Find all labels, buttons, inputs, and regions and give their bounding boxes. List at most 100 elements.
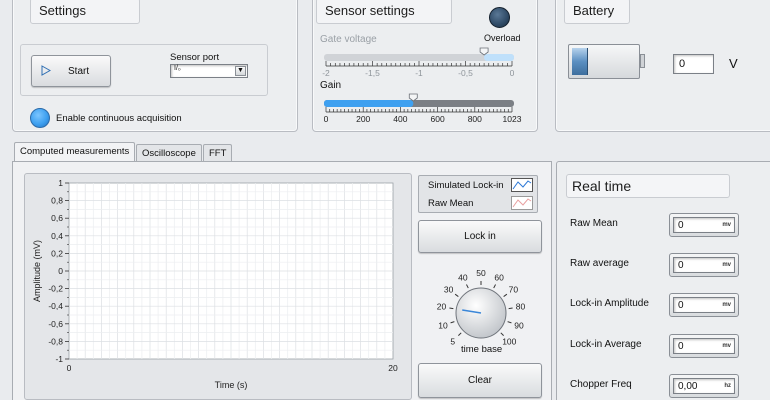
slider-tick-label: -1 xyxy=(415,68,423,78)
knob-tick xyxy=(507,321,512,324)
continuous-acquisition-toggle[interactable] xyxy=(30,108,50,128)
y-tick-label: -0,6 xyxy=(48,319,63,329)
knob-tick-label: 100 xyxy=(502,336,516,346)
realtime-value-lock-in-average: 0 mv xyxy=(673,338,735,354)
realtime-label-chopper-freq: Chopper Freq xyxy=(570,379,632,390)
realtime-field-lock-in-average: 0 mv xyxy=(669,334,739,358)
y-tick-label: 0 xyxy=(58,266,63,276)
slider-tick-label: 600 xyxy=(431,114,445,124)
slider-tick-label: 0 xyxy=(510,68,515,78)
knob-tick xyxy=(500,332,504,336)
realtime-unit: mv xyxy=(722,302,731,308)
sensor-port-label: Sensor port xyxy=(170,52,220,63)
slider-tick-label: -0,5 xyxy=(458,68,473,78)
lock-in-button[interactable]: Lock in xyxy=(418,220,542,253)
gate-voltage-slider[interactable]: -2 -1,5 -1 -0,5 0 xyxy=(316,44,526,84)
y-tick-label: 0,6 xyxy=(51,213,63,223)
knob-tick-label: 40 xyxy=(458,272,468,282)
realtime-label-raw-mean: Raw Mean xyxy=(570,218,618,229)
knob-tick-label: 10 xyxy=(438,320,448,330)
continuous-acquisition-label: Enable continuous acquisition xyxy=(56,113,182,124)
realtime-unit: mv xyxy=(722,222,731,228)
realtime-value-lock-in-amplitude: 0 mv xyxy=(673,297,735,313)
clear-button[interactable]: Clear xyxy=(418,363,542,398)
x-axis-label: Time (s) xyxy=(215,380,248,390)
realtime-title: Real time xyxy=(566,174,730,198)
realtime-field-lock-in-amplitude: 0 mv xyxy=(669,293,739,317)
sensor-port-select[interactable]: I/₀ ▼ xyxy=(170,64,248,78)
slider-tick-label: 1023 xyxy=(503,114,522,124)
knob-tick-label: 5 xyxy=(450,336,455,346)
legend-item-simulated-lockin: Simulated Lock-in xyxy=(428,180,504,191)
knob-tick xyxy=(450,321,455,324)
slider-tick-label: 800 xyxy=(468,114,482,124)
battery-fill xyxy=(572,48,588,75)
knob-tick-label: 90 xyxy=(514,320,524,330)
realtime-label-lock-in-average: Lock-in Average xyxy=(570,339,642,350)
knob-tick-label: 20 xyxy=(437,302,447,312)
knob-tick xyxy=(449,307,454,310)
start-button[interactable]: Start xyxy=(31,55,111,87)
battery-title: Battery xyxy=(564,0,630,24)
realtime-field-raw-mean: 0 mv xyxy=(669,213,739,237)
overload-label: Overload xyxy=(484,33,521,43)
battery-terminal xyxy=(640,54,645,68)
y-tick-label: 1 xyxy=(58,178,63,188)
realtime-value-text: 0 xyxy=(678,260,684,271)
knob-tick xyxy=(454,293,459,297)
knob-tick xyxy=(503,293,508,297)
x-tick-label: 0 xyxy=(67,363,72,373)
overload-led xyxy=(489,7,510,28)
knob-tick-label: 60 xyxy=(494,272,504,282)
knob-tick xyxy=(508,307,513,310)
knob-tick xyxy=(458,332,462,336)
legend-swatch-raw-mean xyxy=(511,196,533,210)
gain-slider[interactable]: 0 200 400 600 800 1023 xyxy=(316,90,526,130)
y-tick-label: -0,8 xyxy=(48,336,63,346)
y-tick-label: 0,8 xyxy=(51,196,63,206)
tab-computed-measurements[interactable]: Computed measurements xyxy=(14,142,136,161)
legend: Simulated Lock-in Raw Mean xyxy=(418,175,538,213)
legend-swatch-simulated-lockin xyxy=(511,178,533,192)
realtime-field-raw-average: 0 mv xyxy=(669,253,739,277)
slider-thumb[interactable] xyxy=(408,93,418,102)
slider-tick-label: 0 xyxy=(324,114,329,124)
knob-tick-label: 50 xyxy=(476,268,486,278)
y-tick-label: -0,2 xyxy=(48,284,63,294)
realtime-value-raw-average: 0 mv xyxy=(673,257,735,273)
x-tick-label: 20 xyxy=(388,363,398,373)
slider-tick-label: -1,5 xyxy=(365,68,380,78)
tab-fft[interactable]: FFT xyxy=(203,144,233,161)
y-tick-label: -0,4 xyxy=(48,301,63,311)
y-tick-label: 0,2 xyxy=(51,248,63,258)
y-axis-label: Amplitude (mV) xyxy=(32,240,42,302)
battery-icon xyxy=(568,44,640,79)
slider-thumb[interactable] xyxy=(479,47,489,56)
knob-tick xyxy=(493,284,496,289)
knob-tick-label: 30 xyxy=(444,284,454,294)
realtime-label-lock-in-amplitude: Lock-in Amplitude xyxy=(570,298,649,309)
battery-unit-label: V xyxy=(729,56,738,71)
slider-fill xyxy=(484,54,514,61)
sensor-settings-title: Sensor settings xyxy=(316,0,452,24)
sensor-port-value: I/₀ xyxy=(174,65,181,72)
amplitude-chart[interactable]: 1 0,8 0,6 0,4 0,2 0 -0,2 -0,4 -0,6 -0,8 -1 0 20 Time … xyxy=(24,173,412,400)
realtime-value-text: 0 xyxy=(678,220,684,231)
realtime-value-text: 0,00 xyxy=(678,381,698,392)
battery-voltage-field: 0 xyxy=(673,54,714,74)
knob-tick-label: 80 xyxy=(516,302,526,312)
tab-oscilloscope[interactable]: Oscilloscope xyxy=(136,144,202,161)
knob-tick-label: 70 xyxy=(509,284,519,294)
time-base-label: time base xyxy=(461,344,503,355)
start-button-label: Start xyxy=(68,65,90,77)
slider-tick-label: 400 xyxy=(393,114,407,124)
slider-tick-label: 200 xyxy=(356,114,370,124)
slider-tick-label: -2 xyxy=(322,68,330,78)
time-base-knob[interactable]: 510 20 30 40 50 60 70 80 90 100 xyxy=(418,258,542,358)
y-tick-label: -1 xyxy=(55,354,63,364)
realtime-label-raw-average: Raw average xyxy=(570,258,629,269)
realtime-field-chopper-freq: 0,00 hz xyxy=(669,374,739,398)
chevron-down-icon[interactable]: ▼ xyxy=(235,66,246,76)
realtime-value-text: 0 xyxy=(678,341,684,352)
realtime-value-chopper-freq: 0,00 hz xyxy=(673,378,735,394)
